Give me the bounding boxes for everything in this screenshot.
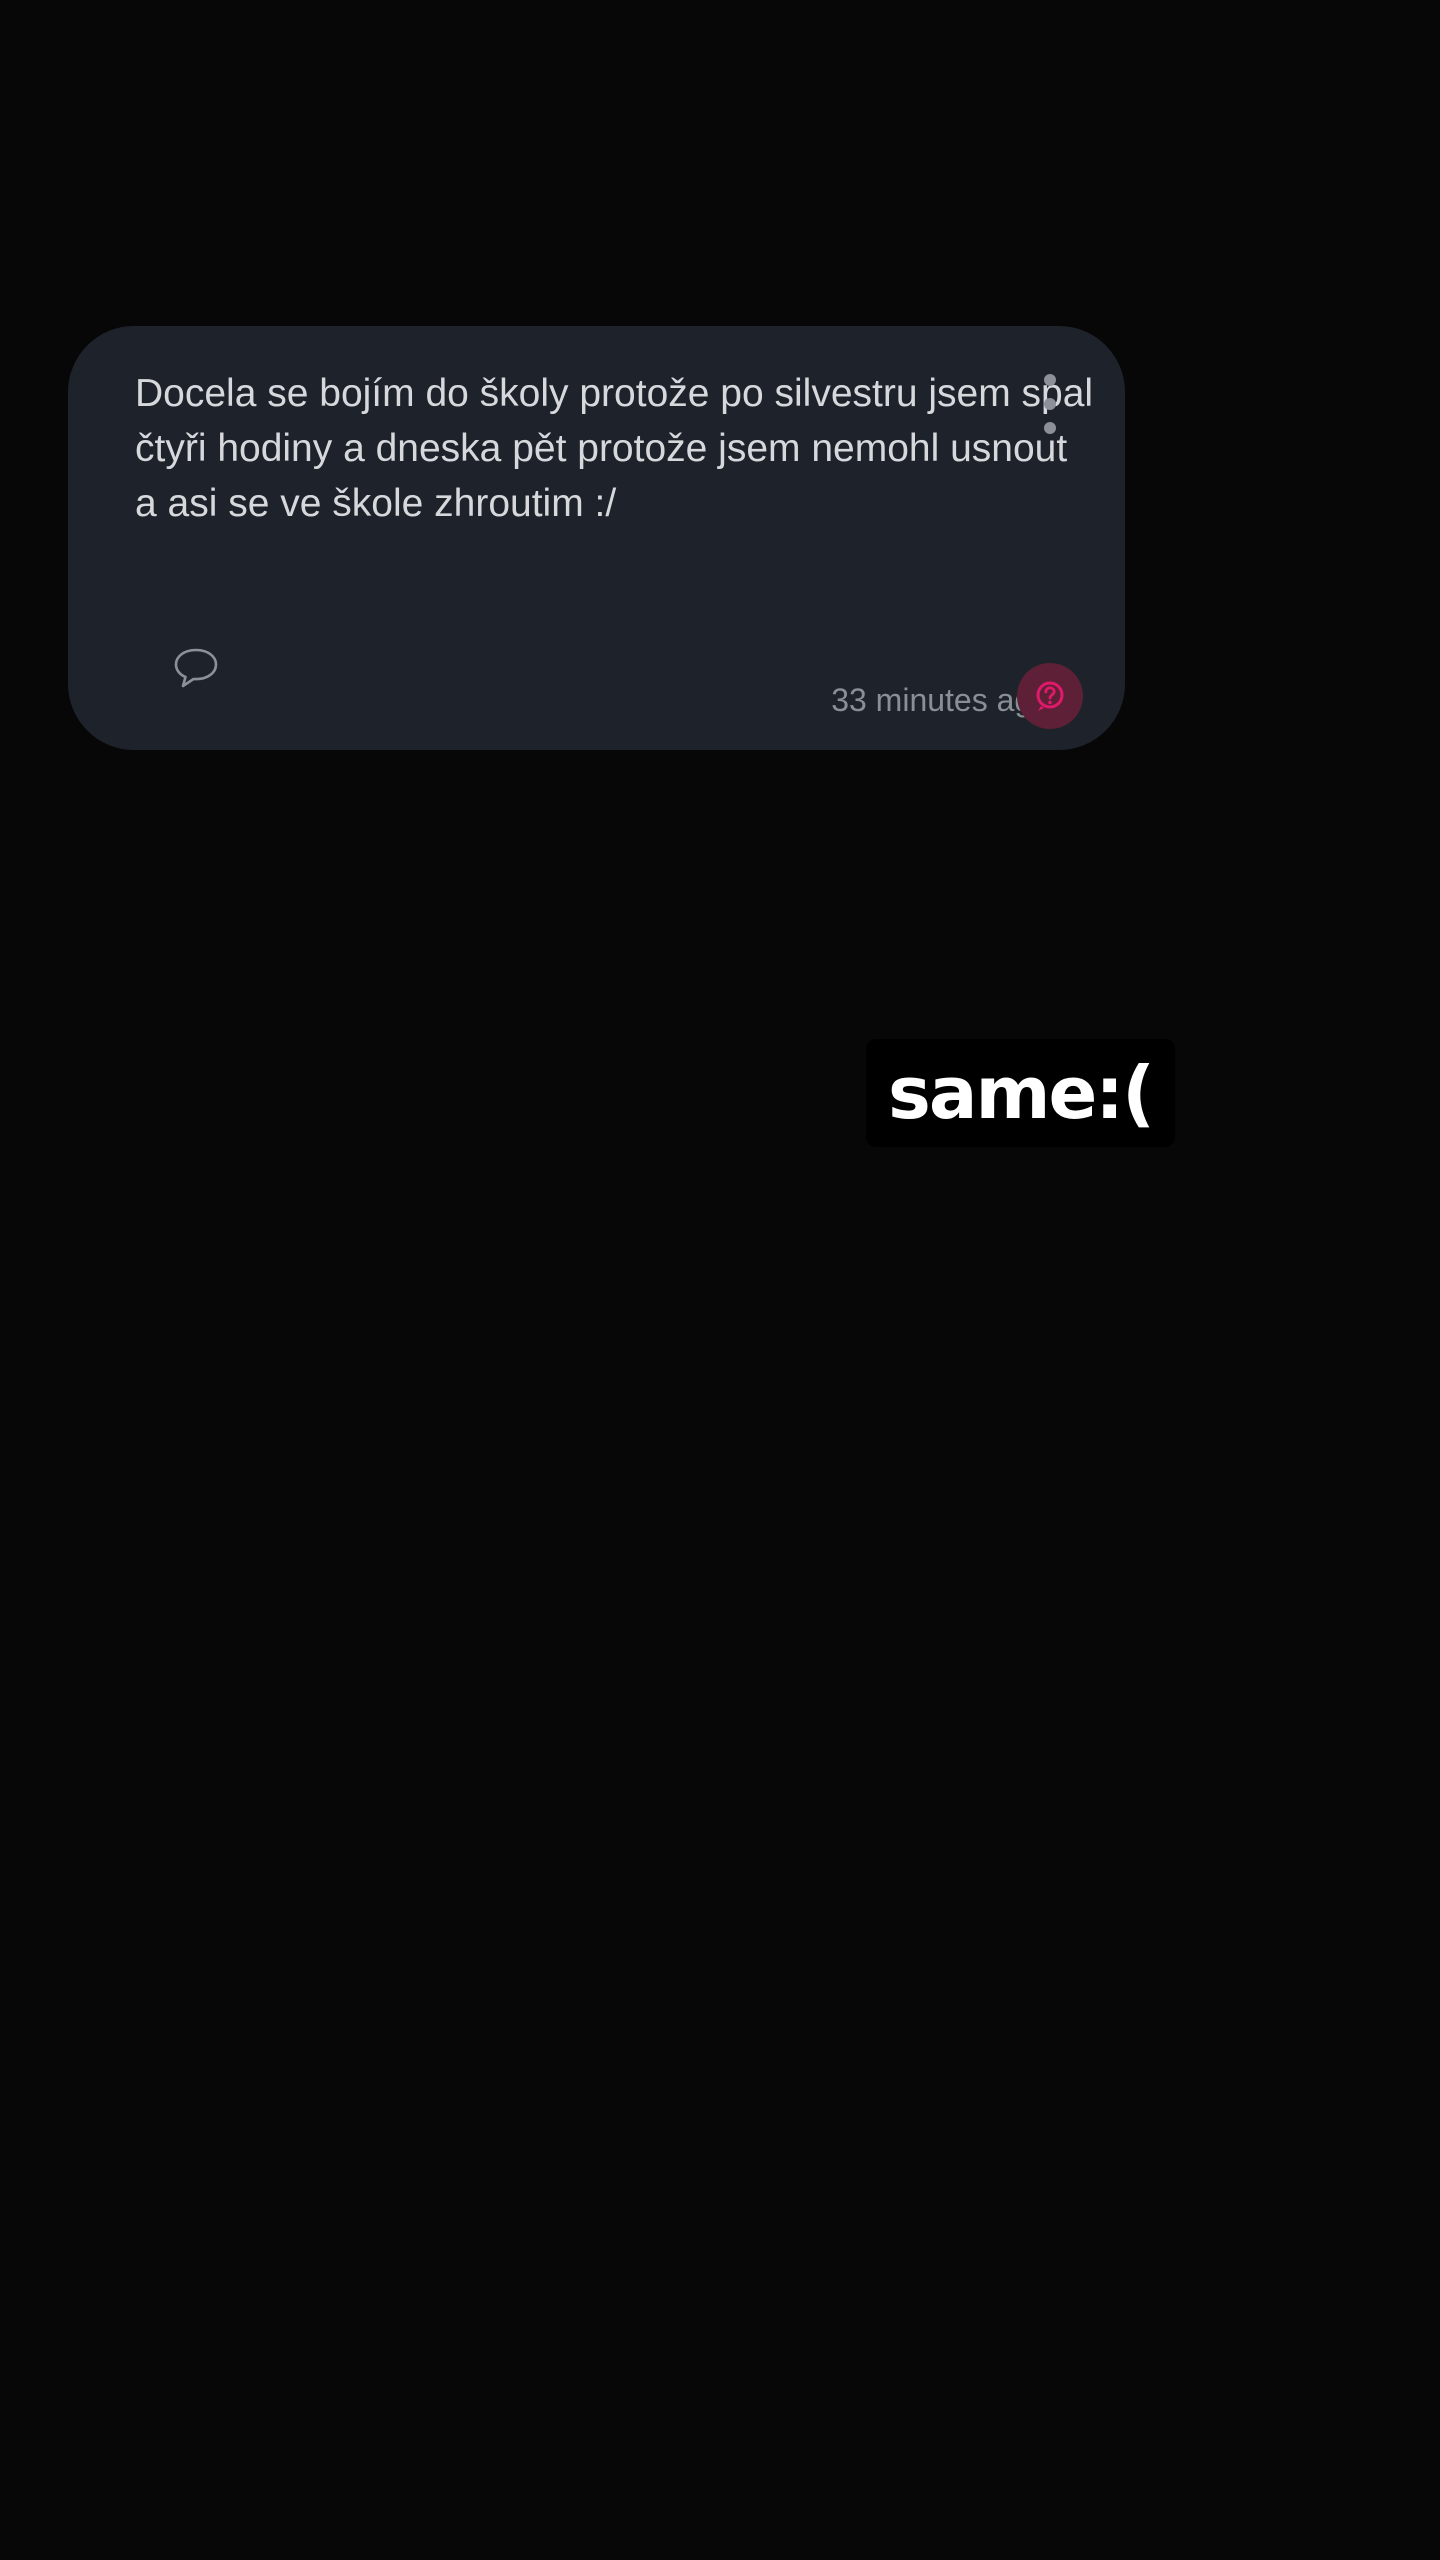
more-vertical-icon-dot — [1044, 422, 1056, 434]
comment-bubble-icon — [174, 648, 218, 688]
comment-button[interactable] — [172, 646, 220, 690]
post-text: Docela se bojím do školy protože po silv… — [135, 372, 1094, 525]
post-timestamp: 33 minutes ago — [831, 682, 1050, 718]
more-options-button[interactable] — [1030, 370, 1070, 438]
post-card: Docela se bojím do školy protože po silv… — [68, 326, 1125, 750]
help-circle-icon — [1036, 681, 1064, 711]
story-caption: same:( — [866, 1039, 1175, 1147]
story-screen: { "post": { "text": "Docela se bojím do … — [0, 0, 1440, 2560]
more-vertical-icon-dot — [1044, 398, 1056, 410]
help-button[interactable] — [1017, 663, 1083, 729]
more-vertical-icon — [1044, 374, 1056, 386]
